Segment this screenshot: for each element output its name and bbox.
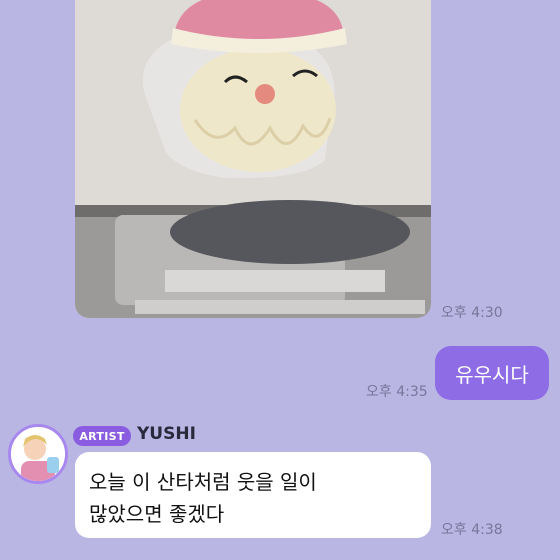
message-line: 오늘 이 산타처럼 웃을 일이	[89, 470, 317, 494]
timestamp: 오후 4:30	[441, 305, 503, 321]
avatar[interactable]	[8, 424, 68, 484]
message-line: 많았으면 좋겠다	[89, 502, 225, 526]
timestamp: 오후 4:38	[441, 522, 503, 538]
message-text: 유우시다	[455, 362, 529, 387]
artist-avatar-icon	[11, 427, 65, 481]
artist-badge: ARTIST	[73, 426, 131, 446]
artist-message-bubble[interactable]: 오늘 이 산타처럼 웃을 일이 많았으면 좋겠다	[75, 452, 431, 538]
timestamp: 오후 4:35	[366, 384, 428, 400]
my-message-bubble[interactable]: 유우시다	[435, 346, 549, 400]
santa-bread-photo	[75, 0, 431, 318]
sender-name: YUSHI	[137, 424, 196, 444]
photo-message[interactable]	[75, 0, 431, 318]
